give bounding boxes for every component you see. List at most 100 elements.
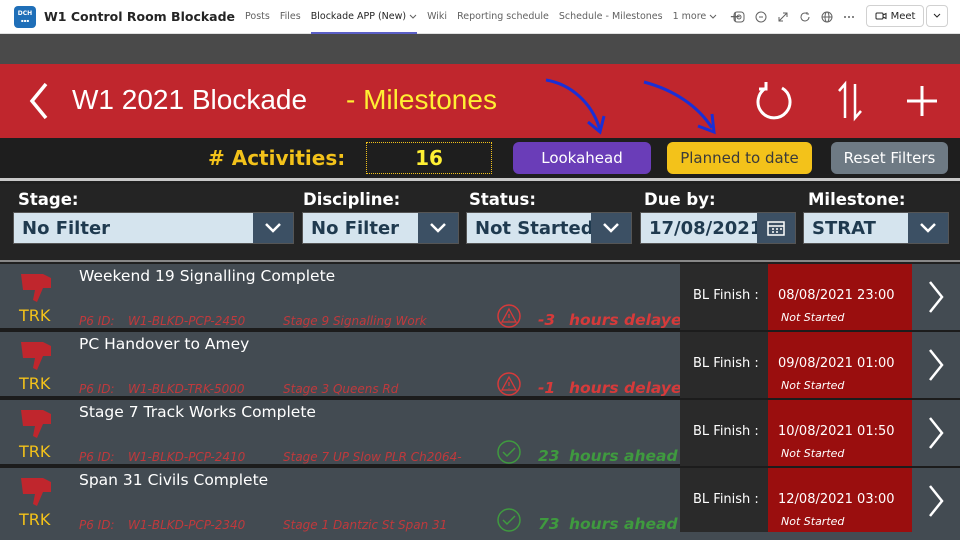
stage-name: Stage 3 Queens Rd (283, 382, 399, 396)
discipline-label: TRK (19, 306, 51, 325)
globe-icon[interactable] (820, 10, 834, 24)
bl-status: Not Started (781, 311, 845, 324)
thumbs-down-icon (21, 478, 51, 506)
chevron-down-icon (908, 213, 948, 243)
stage-filter-label: Stage: (18, 190, 79, 209)
activities-count: 16 (366, 142, 492, 174)
add-icon[interactable] (900, 80, 944, 122)
open-item-button[interactable] (912, 332, 960, 398)
meet-button[interactable]: Meet (866, 5, 924, 27)
more-options-icon[interactable] (842, 10, 856, 24)
tab-more[interactable]: 1 more (673, 0, 718, 34)
lookahead-button[interactable]: Lookahead (513, 142, 651, 174)
activities-label: # Activities: (208, 146, 346, 170)
video-camera-icon (875, 12, 887, 20)
back-chevron-icon[interactable] (24, 80, 56, 122)
p6-id-value: W1-BLKD-PCP-2450 (128, 314, 246, 328)
filter-panel: Stage: No Filter Discipline: No Filter S… (0, 184, 960, 262)
meet-dropdown-button[interactable] (926, 5, 948, 27)
tab-posts[interactable]: Posts (245, 0, 270, 34)
bl-date-panel: 12/08/2021 03:00 Not Started (768, 468, 912, 534)
stage-name: Stage 7 UP Slow PLR Ch2064- (283, 450, 462, 464)
open-item-button[interactable] (912, 468, 960, 534)
chevron-right-icon (929, 281, 944, 313)
meet-label: Meet (890, 10, 916, 22)
discipline-label: TRK (19, 374, 51, 393)
open-item-button[interactable] (912, 264, 960, 330)
bl-date-panel: 09/08/2021 01:00 Not Started (768, 332, 912, 398)
activities-bar: # Activities: 16 Lookahead Planned to da… (0, 138, 960, 181)
milestone-filter-dropdown[interactable]: STRAT (803, 212, 949, 244)
p6-id-value: W1-BLKD-TRK-5000 (128, 382, 245, 396)
warning-icon (497, 372, 521, 396)
discipline-label: TRK (19, 442, 51, 461)
tab-files[interactable]: Files (280, 0, 301, 34)
copilot-icon[interactable] (732, 10, 746, 24)
sort-icon[interactable] (828, 80, 872, 122)
status-filter-dropdown[interactable]: Not Started (466, 212, 632, 244)
delta-text: hours delayed (569, 379, 693, 397)
app-logo-icon: DCH ▪▪▪ (14, 5, 36, 28)
app-header: W1 2021 Blockade - Milestones (0, 64, 960, 138)
refresh-icon[interactable] (752, 80, 796, 122)
chat-icon[interactable] (754, 10, 768, 24)
activity-title: PC Handover to Amey (79, 335, 250, 353)
discipline-filter-label: Discipline: (303, 190, 401, 209)
tab-blockade-app-label: Blockade APP (New) (310, 11, 407, 22)
list-item[interactable]: TRK PC Handover to Amey P6 ID: W1-BLKD-T… (0, 332, 960, 398)
chevron-down-icon (418, 213, 458, 243)
check-circle-icon (497, 508, 521, 532)
milestone-filter-value: STRAT (812, 217, 876, 239)
delta-text: hours ahead (569, 447, 678, 465)
discipline-label: TRK (19, 510, 51, 529)
due-by-date-picker[interactable]: 17/08/2021 (640, 212, 796, 244)
bl-finish-date: 12/08/2021 03:00 (778, 492, 895, 507)
team-title: W1 Control Room Blockade (44, 9, 236, 24)
stage-name: Stage 9 Signalling Work (283, 314, 427, 328)
discipline-filter-dropdown[interactable]: No Filter (302, 212, 459, 244)
bl-finish-label: BL Finish : (693, 356, 759, 371)
open-item-button[interactable] (912, 400, 960, 466)
thumbs-down-icon (21, 410, 51, 438)
status-filter-value: Not Started (475, 217, 594, 239)
tab-strip: Posts Files Blockade APP (New) Wiki Repo… (245, 0, 741, 34)
due-by-label: Due by: (644, 190, 716, 209)
page-title: W1 2021 Blockade (72, 84, 308, 115)
tab-schedule-milestones[interactable]: Schedule - Milestones (559, 0, 663, 34)
chevron-right-icon (929, 485, 944, 517)
reload-icon[interactable] (798, 10, 812, 24)
stage-filter-value: No Filter (22, 217, 111, 239)
tab-blockade-app[interactable]: Blockade APP (New) (310, 0, 418, 34)
planned-to-date-button[interactable]: Planned to date (667, 142, 812, 174)
p6-id-label: P6 ID: (79, 518, 115, 532)
toolbar-icons (732, 0, 856, 34)
chevron-down-icon (591, 213, 631, 243)
bl-status: Not Started (781, 379, 845, 392)
list-item[interactable]: TRK Stage 7 Track Works Complete P6 ID: … (0, 400, 960, 466)
reset-filters-button[interactable]: Reset Filters (831, 142, 948, 174)
discipline-filter-value: No Filter (311, 217, 400, 239)
delta-value: 23 (538, 447, 560, 465)
bl-finish-label: BL Finish : (693, 424, 759, 439)
list-item-partial (0, 532, 960, 540)
activity-title: Span 31 Civils Complete (79, 471, 269, 489)
delta-text: hours ahead (569, 515, 678, 533)
list-item[interactable]: TRK Weekend 19 Signalling Complete P6 ID… (0, 264, 960, 330)
delta-value: -1 (538, 379, 556, 397)
warning-icon (497, 304, 521, 328)
bl-finish-date: 10/08/2021 01:50 (778, 424, 895, 439)
due-by-value: 17/08/2021 (649, 217, 763, 239)
activity-list: TRK Weekend 19 Signalling Complete P6 ID… (0, 264, 960, 540)
stage-filter-dropdown[interactable]: No Filter (13, 212, 294, 244)
activity-title: Stage 7 Track Works Complete (79, 403, 316, 421)
delta-value: -3 (538, 311, 556, 329)
calendar-icon (757, 213, 795, 243)
chevron-down-icon (409, 14, 417, 19)
tab-reporting-schedule[interactable]: Reporting schedule (457, 0, 549, 34)
delta-text: hours delayed (569, 311, 693, 329)
bl-panel: BL Finish : (680, 264, 768, 330)
list-item[interactable]: TRK Span 31 Civils Complete P6 ID: W1-BL… (0, 468, 960, 534)
tab-wiki[interactable]: Wiki (427, 0, 447, 34)
expand-icon[interactable] (776, 10, 790, 24)
delta-value: 73 (538, 515, 560, 533)
